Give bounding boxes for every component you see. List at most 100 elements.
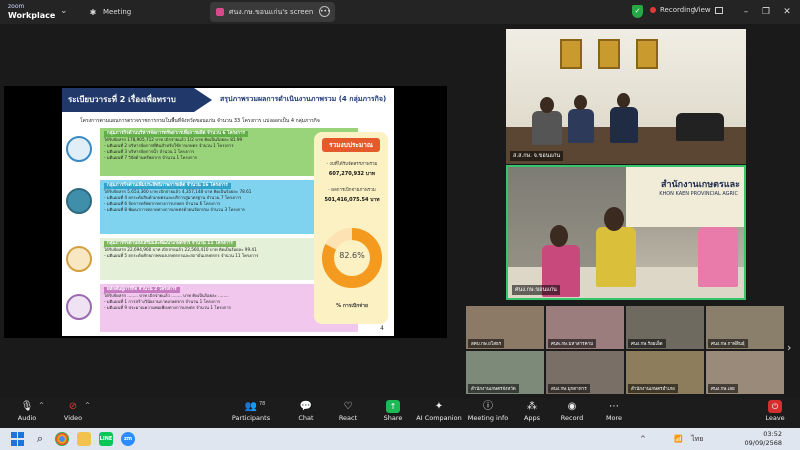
budget-summary-panel: รวมงบประมาณ - งบที่ได้รับจัดสรรภาพรวม 60…	[314, 132, 388, 324]
participant	[532, 111, 562, 145]
people-icon: 👥	[244, 401, 258, 412]
gallery-tile[interactable]: สคบ.กษ.ยโสธร	[466, 306, 544, 349]
gallery-name: สนง.กษ.มุกดาหาร	[548, 384, 590, 393]
share-arrow-icon: ↑	[386, 400, 400, 413]
chevron-up-icon[interactable]: ^	[640, 435, 646, 443]
donut-percent-label: 82.6%	[339, 251, 365, 260]
system-clock[interactable]: 03:52 09/09/2568	[740, 430, 782, 448]
gallery-tile[interactable]: สนง.กษ.มุกดาหาร	[546, 351, 624, 394]
apps-label: Apps	[523, 414, 541, 422]
gallery-tile[interactable]: สำนักงานเกษตรจังหวัด	[466, 351, 544, 394]
chevron-right-icon[interactable]: ›	[787, 341, 791, 354]
record-dot-icon	[650, 7, 656, 13]
tab-screen-share-label: ศนง.กษ.ขอนแก่น's screen	[229, 7, 314, 16]
record-label: Record	[560, 414, 584, 422]
caret-up-icon[interactable]: ^	[39, 402, 44, 409]
gallery-name: สคบ.กษ.ยโสธร	[468, 339, 505, 348]
search-icon[interactable]: ⌕	[33, 432, 47, 446]
leave-label: Leave	[765, 414, 785, 422]
slide-description: โครงการตามแผนการตรวจราชการกรมในพื้นที่จั…	[80, 118, 320, 124]
file-explorer-icon[interactable]	[77, 432, 91, 446]
caret-up-icon[interactable]: ^	[85, 402, 90, 409]
leave-button[interactable]: ⏻ Leave	[750, 400, 800, 422]
maximize-button[interactable]: ❐	[758, 4, 774, 20]
slide-title: ระเบียบวาระที่ 2 เรื่องเพื่อทราบ	[62, 88, 212, 112]
more-options-icon[interactable]: •••	[319, 6, 331, 17]
gallery-strip: สคบ.กษ.ยโสธร ศนพ.กษ.มหาสารคาม ศนง.กษ.ร้อ…	[466, 306, 786, 396]
close-button[interactable]: ✕	[779, 4, 795, 20]
handshake-icon	[66, 294, 92, 320]
productivity-icon	[66, 188, 92, 214]
chrome-icon[interactable]	[55, 432, 69, 446]
meeting-info-button[interactable]: ⓘ Meeting info	[463, 400, 513, 422]
ai-companion-button[interactable]: ✦ AI Companion	[414, 400, 464, 422]
budget-title: รวมงบประมาณ	[322, 138, 380, 152]
share-label: Share	[383, 414, 403, 422]
portrait-frame	[636, 39, 658, 69]
heart-icon: ♡	[343, 401, 353, 412]
tab-screen-share[interactable]: ศนง.กษ.ขอนแก่น's screen •••	[210, 2, 335, 22]
share-button[interactable]: ↑ Share	[368, 400, 418, 422]
video-tile-active[interactable]: สำนักงานเกษตรและ KHON KAEN PROVINCIAL AG…	[506, 165, 746, 300]
leave-icon: ⏻	[768, 400, 782, 413]
tab-meeting-label: Meeting	[103, 8, 132, 16]
more-label: More	[605, 414, 623, 422]
zoom-app-icon[interactable]: zm	[121, 432, 135, 446]
gallery-name: สำนักงานเกษตรอำเภอ	[628, 384, 678, 393]
line-app-icon[interactable]: LINE	[99, 432, 113, 446]
participant	[698, 227, 738, 287]
participant-head	[540, 97, 554, 113]
video-tile-top[interactable]: ส.ส.กษ. จ.ขอนแก่น	[506, 29, 746, 164]
sign-title: สำนักงานเกษตรและ	[660, 180, 740, 190]
screen-share-icon	[216, 8, 224, 16]
allocated-value: 607,270,932 บาท	[328, 171, 376, 177]
audio-button[interactable]: 🎙 Audio ^	[2, 400, 52, 422]
gallery-tile[interactable]: ศนพ.กษ.มหาสารคาม	[546, 306, 624, 349]
brand-line2: Workplace	[8, 11, 56, 20]
chat-label: Chat	[298, 414, 314, 422]
participant	[568, 109, 594, 143]
gallery-tile[interactable]: ศนง.กษ.เลย	[706, 351, 784, 394]
language-indicator[interactable]: ไทย	[691, 435, 703, 443]
shield-icon[interactable]: ✓	[632, 5, 643, 18]
network-icon[interactable]: 📶	[674, 435, 683, 443]
participant-head	[574, 95, 587, 110]
meeting-toolbar: 🎙 Audio ^ ⊘ Video ^ 78 👥 Participants 💬 Chat ♡…	[0, 398, 800, 428]
title-bar: zoom Workplace ⌄ ✱ Meeting ศนง.กษ.ขอนแก่…	[0, 0, 800, 24]
gallery-tile[interactable]: ศนง.กษ.กาฬสินธุ์	[706, 306, 784, 349]
react-button[interactable]: ♡ React	[323, 400, 373, 422]
participant-head	[604, 207, 624, 231]
gallery-name: สำนักงานเกษตรจังหวัด	[468, 384, 519, 393]
view-button[interactable]: View	[694, 6, 723, 14]
system-tray[interactable]: ^ 📶 ไทย	[640, 434, 703, 445]
clock-time: 03:52	[763, 430, 782, 438]
more-button[interactable]: ⋯ More	[589, 400, 639, 422]
more-icon: ⋯	[609, 401, 619, 412]
brand-line1: zoom	[8, 3, 25, 10]
participant	[596, 227, 636, 287]
minimize-button[interactable]: –	[738, 4, 754, 20]
zoom-logo: zoom Workplace	[8, 2, 55, 20]
sign-subtitle: KHON KAEN PROVINCIAL AGRIC	[659, 191, 738, 197]
meeting-info-label: Meeting info	[467, 414, 509, 422]
participants-button[interactable]: 👥 Participants	[226, 400, 276, 422]
office-sign	[626, 167, 744, 227]
windows-start-icon[interactable]	[11, 432, 25, 446]
participant-head	[550, 225, 568, 247]
gallery-name: ศนพ.กษ.มหาสารคาม	[548, 339, 597, 348]
windows-taskbar: ⌕ LINE zm ^ 📶 ไทย 03:52 09/09/2568	[0, 428, 800, 450]
gallery-tile[interactable]: สำนักงานเกษตรอำเภอ	[626, 351, 704, 394]
video-name-tag: ส.ส.กษ. จ.ขอนแก่น	[510, 151, 564, 161]
participants-label: Participants	[231, 414, 271, 422]
video-button[interactable]: ⊘ Video ^	[48, 400, 98, 422]
gallery-tile[interactable]: ศนง.กษ.ร้อยเอ็ด	[626, 306, 704, 349]
recording-indicator[interactable]: Recording	[650, 6, 695, 14]
info-icon: ⓘ	[483, 401, 493, 412]
tab-meeting[interactable]: ✱ Meeting	[82, 2, 192, 22]
gallery-name: ศนง.กษ.กาฬสินธุ์	[708, 339, 748, 348]
participant-head	[617, 93, 630, 108]
video-label: Video	[63, 414, 83, 422]
chevron-down-icon[interactable]: ⌄	[60, 6, 68, 16]
paw-icon: ✱	[89, 7, 97, 17]
portrait-frame	[598, 39, 620, 69]
